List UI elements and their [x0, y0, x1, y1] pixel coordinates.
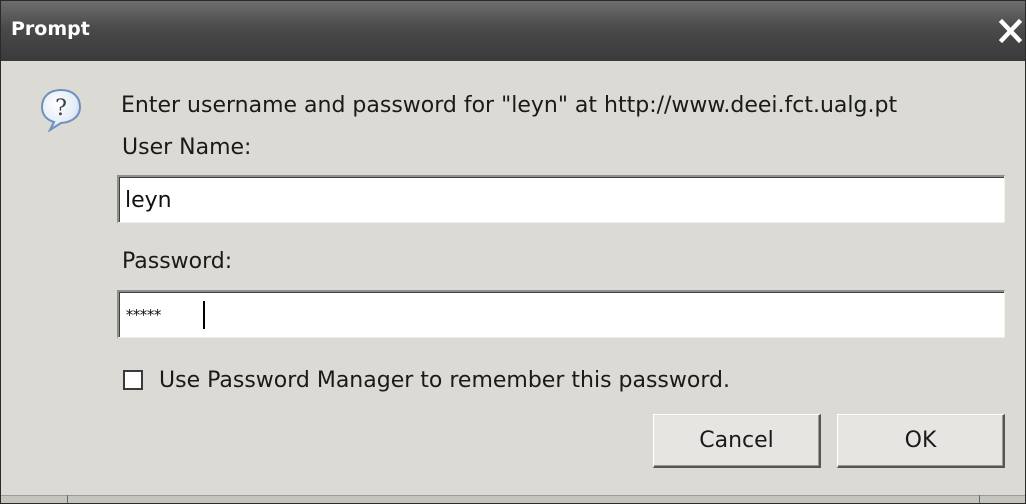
close-icon[interactable]: [997, 15, 1025, 47]
cancel-button[interactable]: Cancel: [653, 414, 821, 468]
username-label: User Name:: [122, 135, 252, 160]
dialog-body: ? Enter username and password for "leyn"…: [1, 61, 1025, 503]
status-strip: [1, 495, 1025, 503]
username-field[interactable]: leyn: [117, 175, 1005, 223]
status-divider: [979, 495, 980, 503]
remember-password-checkbox[interactable]: [123, 370, 143, 390]
password-label: Password:: [122, 249, 233, 274]
password-mask: *****: [125, 306, 162, 324]
prompt-dialog: Prompt ? Enter username and password for…: [0, 0, 1026, 504]
window-title: Prompt: [11, 18, 90, 40]
prompt-message: Enter username and password for "leyn" a…: [121, 93, 898, 118]
username-value: leyn: [125, 188, 172, 213]
ok-button[interactable]: OK: [837, 414, 1005, 468]
text-caret: [203, 301, 205, 329]
remember-password-label[interactable]: Use Password Manager to remember this pa…: [159, 368, 730, 393]
svg-text:?: ?: [55, 96, 67, 121]
question-icon: ?: [38, 87, 84, 133]
password-field[interactable]: *****: [117, 290, 1005, 338]
status-divider: [67, 495, 68, 503]
title-bar[interactable]: Prompt: [1, 1, 1025, 61]
